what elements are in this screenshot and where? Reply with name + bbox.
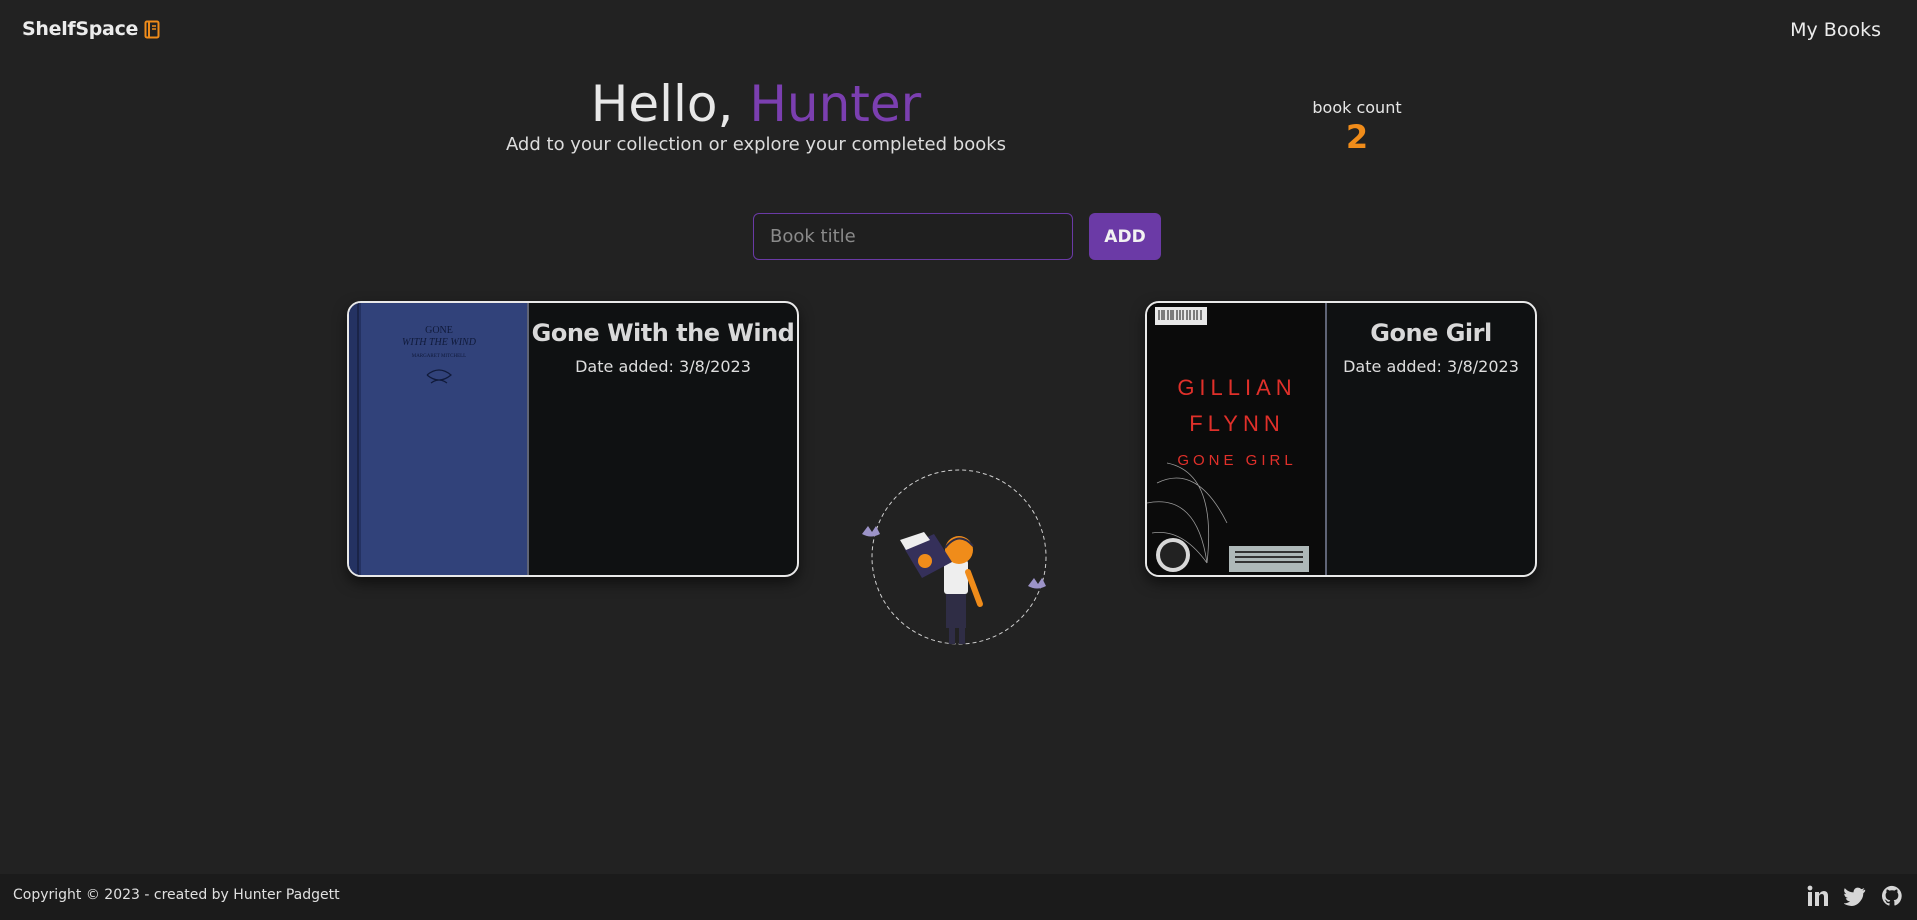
book-count-value: 2	[1345, 118, 1369, 156]
book-cover: GONE WITH THE WIND MARGARET MITCHELL	[349, 303, 529, 575]
greeting-subtitle: Add to your collection or explore your c…	[505, 134, 1007, 155]
book-cover: GILLIAN FLYNN GONE GIRL	[1147, 303, 1327, 575]
footer: Copyright © 2023 - created by Hunter Pad…	[0, 874, 1917, 920]
page: ShelfSpace My Books Hello, Hunter Add to…	[0, 0, 1917, 920]
twitter-icon[interactable]	[1843, 885, 1866, 911]
cover-title: GONE GIRL	[1177, 452, 1296, 469]
reading-person-illustration	[856, 468, 1056, 648]
cover-title-line-1: GONE	[425, 325, 453, 336]
github-icon[interactable]	[1881, 885, 1903, 911]
book-card[interactable]: GILLIAN FLYNN GONE GIRL Gone Girl Date a…	[1145, 301, 1537, 577]
linkedin-icon[interactable]	[1807, 885, 1829, 911]
cover-author-last: FLYNN	[1189, 411, 1285, 436]
book-date-added: Date added: 3/8/2023	[1343, 357, 1519, 376]
book-title-input[interactable]	[753, 213, 1073, 260]
cover-author-first: GILLIAN	[1177, 375, 1296, 400]
brand-logo[interactable]: ShelfSpace	[22, 18, 160, 40]
book-date-added: Date added: 3/8/2023	[575, 357, 751, 376]
book-info: Gone With the Wind Date added: 3/8/2023	[529, 303, 797, 376]
greeting-user-name: Hunter	[749, 75, 922, 133]
cover-author: MARGARET MITCHELL	[412, 354, 467, 359]
book-icon	[144, 20, 160, 39]
my-books-link[interactable]: My Books	[1790, 19, 1881, 41]
add-book-button[interactable]: ADD	[1089, 213, 1161, 260]
book-count-label: book count	[1312, 98, 1402, 117]
book-title: Gone Girl	[1370, 319, 1492, 347]
cover-title-line-2: WITH THE WIND	[402, 337, 477, 348]
book-card[interactable]: GONE WITH THE WIND MARGARET MITCHELL Gon…	[347, 301, 799, 577]
greeting-heading: Hello, Hunter	[0, 73, 1512, 135]
copyright-text: Copyright © 2023 - created by Hunter Pad…	[13, 887, 340, 903]
greeting-hello: Hello,	[590, 75, 734, 133]
book-title: Gone With the Wind	[531, 319, 795, 347]
book-info: Gone Girl Date added: 3/8/2023	[1327, 303, 1535, 376]
brand-name: ShelfSpace	[22, 18, 139, 40]
